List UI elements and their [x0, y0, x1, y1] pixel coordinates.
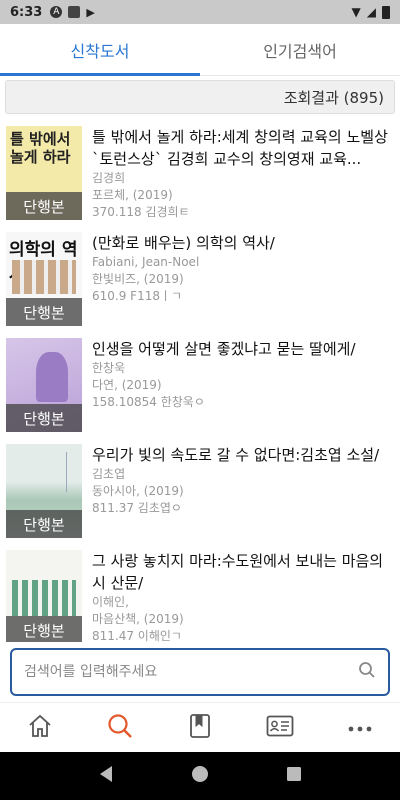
book-publisher: 동아시아, (2019): [92, 484, 184, 498]
wifi-icon: ▼: [351, 5, 361, 19]
book-author: 한창욱: [92, 361, 126, 375]
tab-bar: 신착도서 인기검색어: [0, 24, 400, 76]
book-title[interactable]: 틀 밖에서 놀게 하라:세계 창의력 교육의 노벨상 `토런스상` 김경희 교수…: [92, 126, 394, 170]
nav-member-card[interactable]: [240, 703, 320, 752]
book-type-badge: 단행본: [6, 404, 82, 432]
battery-icon: [382, 5, 390, 19]
book-title[interactable]: 그 사랑 놓치지 마라:수도원에서 보내는 마음의 시 산문/: [92, 550, 394, 594]
signal-icon: ◢: [366, 5, 376, 19]
play-store-icon: ▶: [86, 5, 95, 19]
tab-new-books[interactable]: 신착도서: [0, 24, 200, 76]
book-cover[interactable]: 단행본: [6, 338, 82, 432]
tab-popular-searches[interactable]: 인기검색어: [200, 24, 400, 75]
list-item[interactable]: 단행본 인생을 어떻게 살면 좋겠냐고 묻는 딸에게/ 한창욱 다연, (201…: [0, 334, 400, 440]
cover-illustration: [66, 452, 76, 492]
book-title[interactable]: 우리가 빛의 속도로 갈 수 없다면:김초엽 소설/: [92, 444, 394, 466]
book-publisher: 한빛비즈, (2019): [92, 272, 184, 286]
book-type-badge: 단행본: [6, 298, 82, 326]
book-cover[interactable]: 단행본: [6, 444, 82, 538]
book-type-badge: 단행본: [6, 616, 82, 642]
book-cover[interactable]: 단행본: [6, 550, 82, 642]
result-count-bar: 조회결과 (895): [5, 80, 395, 114]
book-author: 김초엽: [92, 467, 126, 481]
cover-illustration: [36, 352, 68, 402]
recents-icon[interactable]: [286, 766, 302, 786]
nav-books[interactable]: [160, 703, 240, 752]
book-type-badge: 단행본: [6, 192, 82, 220]
id-card-icon: [266, 715, 294, 741]
cover-illustration: [12, 260, 76, 294]
back-icon[interactable]: [98, 765, 114, 787]
sd-card-icon: [68, 6, 81, 18]
book-publisher: 포르체, (2019): [92, 188, 173, 202]
search-icon[interactable]: [358, 661, 376, 683]
book-call-number: 811.47 이해인ㄱ: [92, 629, 182, 642]
book-type-badge: 단행본: [6, 510, 82, 538]
book-title[interactable]: 인생을 어떻게 살면 좋겠냐고 묻는 딸에게/: [92, 338, 394, 360]
book-call-number: 811.37 김초엽ㅇ: [92, 501, 182, 515]
book-list[interactable]: 틀 밖에서 놀게 하라 단행본 틀 밖에서 놀게 하라:세계 창의력 교육의 노…: [0, 122, 400, 642]
book-call-number: 158.10854 한창욱ㅇ: [92, 395, 205, 409]
cover-illustration: [12, 580, 76, 616]
list-item[interactable]: 틀 밖에서 놀게 하라 단행본 틀 밖에서 놀게 하라:세계 창의력 교육의 노…: [0, 122, 400, 228]
cover-title: 틀 밖에서 놀게 하라: [10, 130, 71, 166]
book-publisher: 마음산책, (2019): [92, 612, 184, 626]
book-author: 김경희: [92, 171, 126, 185]
list-item[interactable]: 의학의 역사 단행본 (만화로 배우는) 의학의 역사/ Fabiani, Je…: [0, 228, 400, 334]
list-item[interactable]: 단행본 그 사랑 놓치지 마라:수도원에서 보내는 마음의 시 산문/ 이해인,…: [0, 546, 400, 642]
book-cover[interactable]: 틀 밖에서 놀게 하라 단행본: [6, 126, 82, 220]
list-item[interactable]: 단행본 우리가 빛의 속도로 갈 수 없다면:김초엽 소설/ 김초엽 동아시아,…: [0, 440, 400, 546]
nav-more[interactable]: [320, 703, 400, 752]
home-icon: [27, 713, 53, 743]
book-cover[interactable]: 의학의 역사 단행본: [6, 232, 82, 326]
system-nav-bar: [0, 752, 400, 800]
book-author: 이해인,: [92, 595, 129, 609]
book-title[interactable]: (만화로 배우는) 의학의 역사/: [92, 232, 394, 254]
app-notification-icon: A: [50, 6, 63, 18]
search-input[interactable]: [24, 664, 358, 680]
bottom-nav: [0, 702, 400, 752]
book-icon: [189, 713, 211, 743]
nav-search[interactable]: [80, 703, 160, 752]
result-count: 조회결과 (895): [283, 88, 384, 107]
status-bar: 6:33 A ▶ ▼ ◢: [0, 0, 400, 24]
book-call-number: 370.118 김경희ㅌ: [92, 205, 190, 219]
book-author: Fabiani, Jean-Noel: [92, 255, 200, 269]
status-time: 6:33: [10, 4, 43, 20]
nav-home[interactable]: [0, 703, 80, 752]
home-button-icon[interactable]: [191, 765, 209, 787]
search-box: [10, 648, 390, 696]
book-publisher: 다연, (2019): [92, 378, 162, 392]
more-icon: [348, 718, 372, 737]
search-icon: [106, 712, 134, 744]
book-call-number: 610.9 F118ㅣㄱ: [92, 289, 183, 303]
